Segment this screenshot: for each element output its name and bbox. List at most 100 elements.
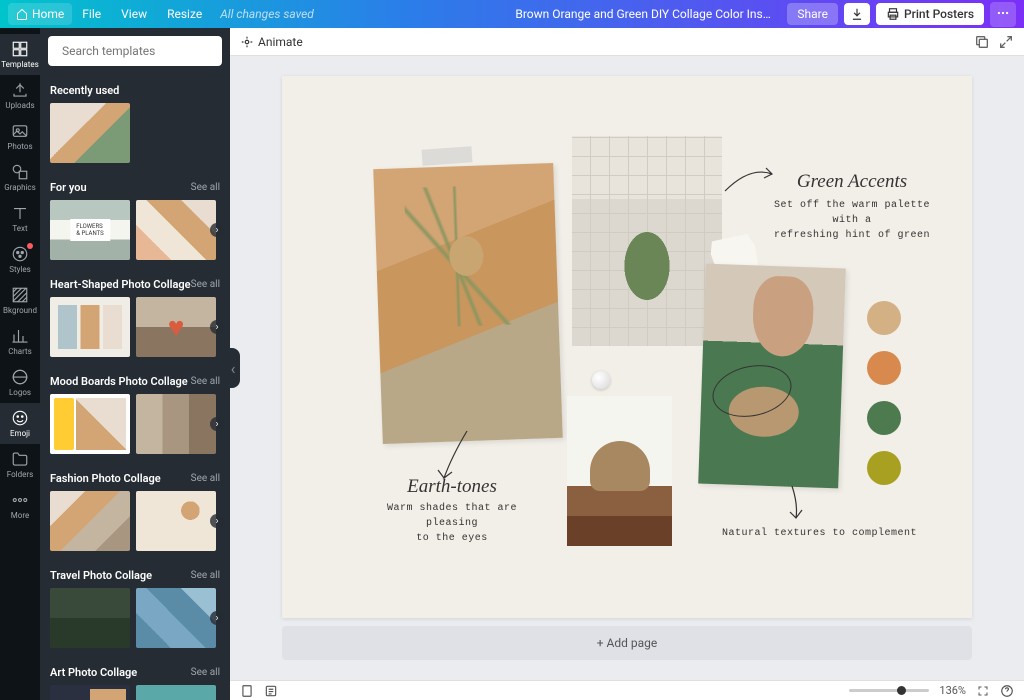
rail-templates[interactable]: Templates [0, 34, 40, 75]
expand-icon[interactable] [998, 34, 1014, 50]
rail-styles[interactable]: Styles [0, 239, 40, 280]
print-label: Print Posters [904, 7, 974, 21]
section-title: Recently used [50, 84, 119, 97]
sparkle-icon [240, 35, 254, 49]
rail-more[interactable]: More [0, 485, 40, 526]
see-all-link[interactable]: See all [191, 376, 220, 387]
template-thumb[interactable] [136, 685, 216, 700]
rail-photos[interactable]: Photos [0, 116, 40, 157]
rail-graphics[interactable]: Graphics [0, 157, 40, 198]
dots-icon [996, 6, 1010, 20]
add-page-button[interactable]: + Add page [282, 626, 972, 660]
notes-icon[interactable] [264, 684, 278, 698]
rail-uploads[interactable]: Uploads [0, 75, 40, 116]
see-all-link[interactable]: See all [191, 667, 220, 678]
rail-label: Emoji [10, 429, 30, 438]
canvas-toolbar: Animate [230, 28, 1024, 56]
annotation-body[interactable]: Natural textures to complement [722, 526, 917, 541]
color-swatch[interactable] [867, 351, 901, 385]
rail-background[interactable]: Bkground [0, 280, 40, 321]
color-swatch[interactable] [867, 401, 901, 435]
home-label: Home [32, 7, 64, 21]
template-thumb[interactable] [136, 200, 216, 260]
template-thumb[interactable] [136, 588, 216, 648]
canvas-scroll[interactable]: Green Accents Set off the warm palette w… [230, 56, 1024, 680]
template-thumb[interactable] [50, 200, 130, 260]
zoom-value: 136% [939, 684, 966, 697]
see-all-link[interactable]: See all [191, 570, 220, 581]
design-page[interactable]: Green Accents Set off the warm palette w… [282, 76, 972, 618]
rail-label: Bkground [3, 306, 37, 315]
print-button[interactable]: Print Posters [876, 3, 984, 25]
rail-label: Templates [1, 60, 38, 69]
rail-label: Graphics [4, 183, 36, 192]
section-title: Fashion Photo Collage [50, 472, 161, 485]
annotation-title[interactable]: Green Accents [772, 171, 932, 193]
template-thumb[interactable] [50, 685, 130, 700]
rail-emoji[interactable]: Emoji [0, 403, 40, 444]
chevron-right-icon[interactable]: › [210, 417, 224, 431]
moodboard-image[interactable] [373, 163, 562, 444]
color-swatch[interactable] [867, 301, 901, 335]
rail-logos[interactable]: Logos [0, 362, 40, 403]
moodboard-image[interactable] [567, 396, 672, 546]
panel-collapse-handle[interactable]: ‹ [226, 348, 240, 388]
see-all-link[interactable]: See all [191, 182, 220, 193]
chevron-right-icon[interactable]: › [210, 223, 224, 237]
animate-label: Animate [258, 35, 303, 49]
template-thumb[interactable] [50, 491, 130, 551]
duplicate-icon[interactable] [974, 34, 990, 50]
rail-text[interactable]: Text [0, 198, 40, 239]
top-bar: Home File View Resize All changes saved … [0, 0, 1024, 28]
color-swatch[interactable] [867, 451, 901, 485]
template-thumb[interactable] [50, 103, 130, 163]
annotation-title[interactable]: Earth-tones [377, 476, 527, 498]
template-thumb[interactable] [136, 394, 216, 454]
animate-button[interactable]: Animate [240, 35, 303, 49]
chevron-right-icon[interactable]: › [210, 611, 224, 625]
view-menu[interactable]: View [111, 3, 157, 25]
home-button[interactable]: Home [8, 3, 72, 25]
pin-decoration [592, 371, 610, 389]
rail-label: Photos [7, 142, 32, 151]
resize-menu[interactable]: Resize [157, 3, 212, 25]
share-button[interactable]: Share [787, 3, 838, 25]
arrow-decoration [720, 156, 780, 196]
file-menu[interactable]: File [72, 3, 111, 25]
download-button[interactable] [844, 3, 870, 25]
more-button[interactable] [990, 2, 1016, 27]
templates-panel: Recently used For youSee all › Heart-Sha… [40, 28, 230, 700]
chevron-right-icon[interactable]: › [210, 514, 224, 528]
pages-icon[interactable] [240, 684, 254, 698]
download-icon [850, 7, 864, 21]
rail-label: Logos [9, 388, 31, 397]
canvas-area: Animate Green Accents [230, 28, 1024, 680]
moodboard-image[interactable] [572, 136, 722, 346]
rail-label: Folders [7, 470, 33, 479]
document-title[interactable]: Brown Orange and Green DIY Collage Color… [515, 7, 775, 21]
see-all-link[interactable]: See all [191, 279, 220, 290]
fullscreen-icon[interactable] [976, 684, 990, 698]
template-thumb[interactable] [136, 297, 216, 357]
search-input[interactable] [62, 44, 218, 58]
template-thumb[interactable] [50, 588, 130, 648]
template-thumb[interactable] [50, 297, 130, 357]
status-bar: 136% [230, 680, 1024, 700]
annotation-body[interactable]: Warm shades that are pleasing to the eye… [362, 501, 542, 546]
zoom-slider[interactable] [849, 689, 929, 692]
chevron-right-icon[interactable]: › [210, 320, 224, 334]
section-title: Art Photo Collage [50, 666, 137, 679]
template-thumb[interactable] [136, 491, 216, 551]
rail-charts[interactable]: Charts [0, 321, 40, 362]
search-box[interactable] [48, 36, 222, 66]
rail-label: Styles [9, 265, 30, 274]
section-title: Heart-Shaped Photo Collage [50, 278, 191, 291]
rail-folders[interactable]: Folders [0, 444, 40, 485]
rail-label: Text [12, 224, 27, 233]
annotation-body[interactable]: Set off the warm palette with a refreshi… [762, 198, 942, 243]
save-status: All changes saved [220, 7, 314, 21]
help-icon[interactable] [1000, 684, 1014, 698]
see-all-link[interactable]: See all [191, 473, 220, 484]
rail-label: Charts [8, 347, 32, 356]
template-thumb[interactable] [50, 394, 130, 454]
